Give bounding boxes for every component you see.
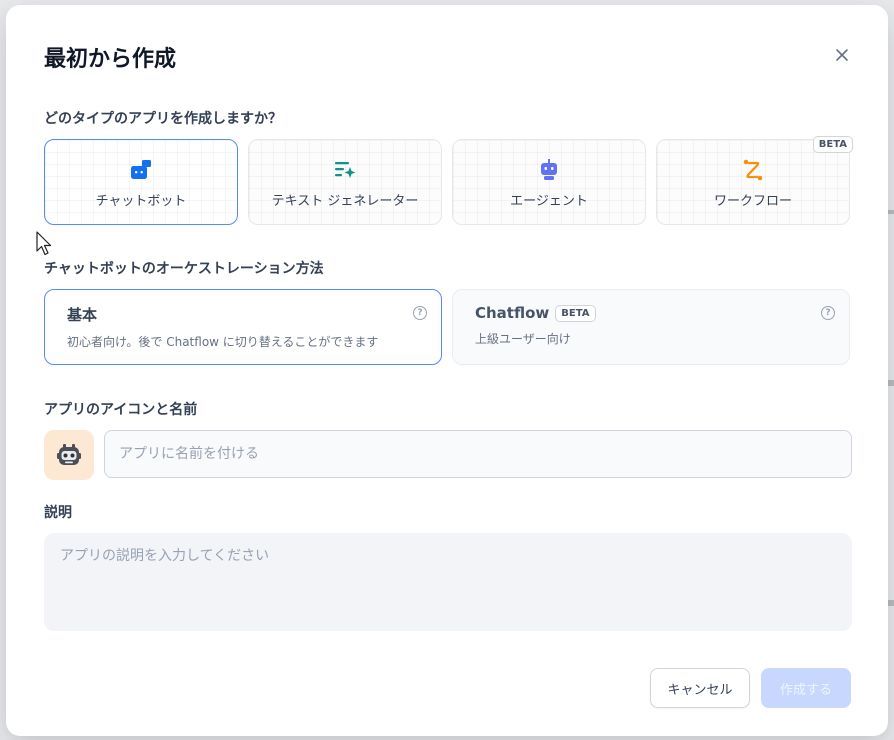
app-type-agent[interactable]: エージェント [452, 139, 646, 225]
chatbot-icon [127, 156, 155, 184]
mouse-cursor-icon [36, 231, 52, 256]
app-type-chatbot[interactable]: チャットボット [44, 139, 238, 225]
app-type-label: ワークフロー [713, 193, 792, 209]
orchestration-description: 初心者向け。後で Chatflow に切り替えることができます [67, 335, 379, 349]
text-generator-icon [331, 156, 359, 184]
orchestration-title: 基本 [67, 306, 98, 324]
cancel-button[interactable]: キャンセル [650, 668, 750, 708]
app-type-text-generator[interactable]: テキスト ジェネレーター [248, 139, 442, 225]
close-icon[interactable] [830, 43, 854, 67]
app-type-question: どのタイプのアプリを作成しますか？ [44, 111, 282, 127]
create-app-dialog: 最初から作成 どのタイプのアプリを作成しますか？ チャットボット テキスト ジェ… [6, 5, 888, 736]
help-icon[interactable]: ? [413, 306, 427, 320]
orchestration-description: 上級ユーザー向け [475, 332, 571, 346]
background-fragment [888, 600, 894, 606]
agent-robot-icon [535, 156, 563, 184]
create-button[interactable]: 作成する [761, 668, 851, 708]
beta-badge: BETA [812, 136, 853, 153]
orchestration-options: 基本 初心者向け。後で Chatflow に切り替えることができます ? Cha… [44, 289, 850, 365]
dialog-title: 最初から作成 [44, 47, 177, 72]
background-fragment [888, 210, 894, 214]
orchestration-basic[interactable]: 基本 初心者向け。後で Chatflow に切り替えることができます ? [44, 289, 442, 365]
app-type-label: テキスト ジェネレーター [271, 193, 419, 209]
orchestration-label: チャットボットのオーケストレーション方法 [44, 261, 324, 277]
orchestration-chatflow[interactable]: Chatflow BETA 上級ユーザー向け ? [452, 289, 850, 365]
description-label: 説明 [44, 505, 72, 521]
workflow-icon [739, 156, 767, 184]
icon-name-label: アプリのアイコンと名前 [44, 402, 198, 418]
app-name-input[interactable] [104, 430, 852, 478]
robot-avatar-icon [57, 444, 81, 465]
app-type-label: チャットボット [95, 193, 187, 209]
app-type-label: エージェント [510, 193, 588, 209]
app-type-options: チャットボット テキスト ジェネレーター エージェント BETA ワークフロー [44, 136, 853, 225]
app-type-workflow[interactable]: BETA ワークフロー [656, 136, 853, 225]
app-icon-picker[interactable] [44, 430, 94, 480]
help-icon[interactable]: ? [821, 306, 835, 320]
description-input[interactable] [44, 533, 852, 631]
beta-badge: BETA [555, 304, 596, 322]
background-fragment [888, 380, 894, 386]
orchestration-title: Chatflow [475, 304, 550, 322]
